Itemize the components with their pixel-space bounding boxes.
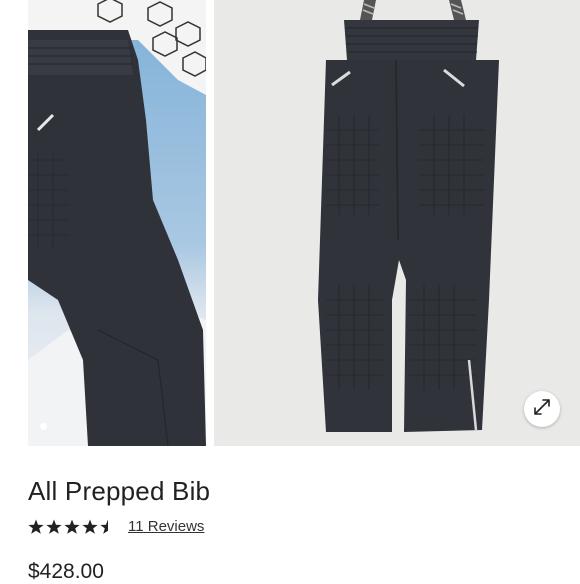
- ski-scene-illustration: [28, 0, 206, 446]
- product-price: $428.00: [28, 560, 104, 583]
- expand-arrows-icon: [533, 398, 551, 421]
- gallery-active-dot[interactable]: [40, 423, 47, 430]
- star-rating: [28, 518, 120, 536]
- bib-pants-illustration: [318, 0, 499, 432]
- rating-stars-icon: [28, 519, 108, 534]
- reviews-link[interactable]: 11 Reviews: [128, 518, 204, 535]
- product-title: All Prepped Bib: [28, 476, 211, 506]
- product-photo[interactable]: [214, 0, 580, 446]
- lifestyle-photo[interactable]: [28, 0, 206, 446]
- product-gallery[interactable]: [0, 0, 580, 446]
- expand-image-button[interactable]: [524, 391, 560, 427]
